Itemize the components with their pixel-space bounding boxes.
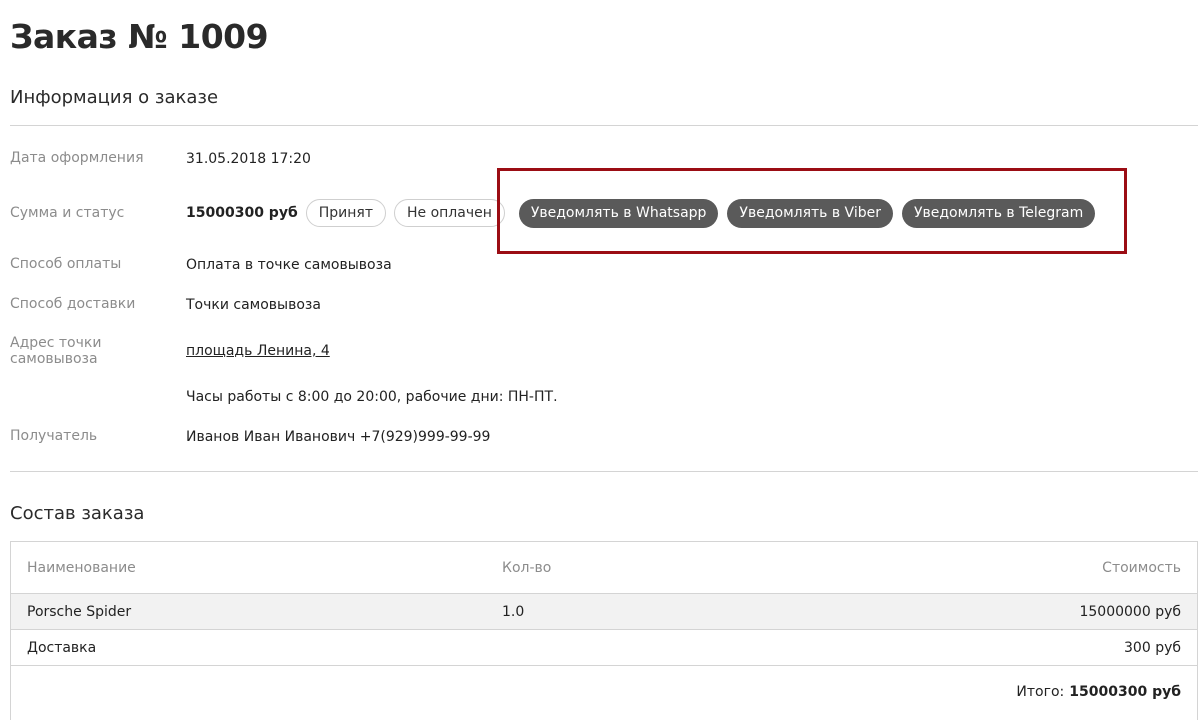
- working-hours-value: Часы работы с 8:00 до 20:00, рабочие дни…: [186, 389, 558, 405]
- notify-telegram-button[interactable]: Уведомлять в Telegram: [901, 198, 1096, 228]
- pickup-address-link[interactable]: площадь Ленина, 4: [186, 343, 330, 359]
- order-items-table: Наименование Кол-во Стоимость Porsche Sp…: [10, 541, 1198, 720]
- column-header-cost: Стоимость: [1102, 559, 1181, 576]
- order-items-title: Состав заказа: [10, 503, 145, 524]
- pickup-address-value: площадь Ленина, 4: [186, 342, 330, 360]
- total-line: Итого: 15000300 руб: [1016, 666, 1181, 718]
- notify-viber-button[interactable]: Уведомлять в Viber: [727, 198, 893, 228]
- order-amount: 15000300 руб: [186, 205, 298, 221]
- delivery-method-value: Точки самовывоза: [186, 297, 321, 313]
- recipient-value: Иванов Иван Иванович +7(929)999-99-99: [186, 429, 491, 445]
- order-page: Заказ № 1009 Информация о заказе Дата оф…: [0, 0, 1204, 720]
- total-value: 15000300 руб: [1069, 684, 1181, 700]
- table-total-row: Итого: 15000300 руб: [11, 666, 1197, 718]
- payment-method-label: Способ оплаты: [10, 256, 122, 272]
- recipient-label: Получатель: [10, 428, 98, 444]
- item-qty: 1.0: [502, 603, 525, 620]
- status-line: 15000300 руб Принят Не оплачен Уведомлят…: [186, 197, 1104, 229]
- status-badge-accepted: Принят: [305, 199, 386, 227]
- table-row: Porsche Spider 1.0 15000000 руб: [11, 594, 1197, 630]
- notify-whatsapp-button[interactable]: Уведомлять в Whatsapp: [518, 198, 719, 228]
- divider: [10, 471, 1198, 472]
- item-name: Доставка: [27, 639, 97, 656]
- pickup-address-label: Адрес точки самовывоза: [10, 335, 102, 367]
- status-badge-payment: Не оплачен: [393, 199, 505, 227]
- item-cost: 300 руб: [1124, 639, 1181, 656]
- divider: [10, 125, 1198, 126]
- page-title: Заказ № 1009: [10, 17, 269, 56]
- item-name: Porsche Spider: [27, 603, 132, 620]
- order-info-title: Информация о заказе: [10, 87, 219, 108]
- payment-method-value: Оплата в точке самовывоза: [186, 257, 392, 273]
- notify-buttons: Уведомлять в Whatsapp Уведомлять в Viber…: [518, 198, 1104, 228]
- order-date-value: 31.05.2018 17:20: [186, 151, 311, 167]
- column-header-qty: Кол-во: [502, 559, 552, 576]
- table-row: Доставка 300 руб: [11, 630, 1197, 666]
- column-header-name: Наименование: [27, 559, 136, 576]
- order-date-label: Дата оформления: [10, 150, 144, 166]
- table-header: Наименование Кол-во Стоимость: [11, 542, 1197, 594]
- total-label: Итого:: [1016, 684, 1065, 700]
- order-status-label: Сумма и статус: [10, 205, 125, 221]
- delivery-method-label: Способ доставки: [10, 296, 136, 312]
- item-cost: 15000000 руб: [1079, 603, 1181, 620]
